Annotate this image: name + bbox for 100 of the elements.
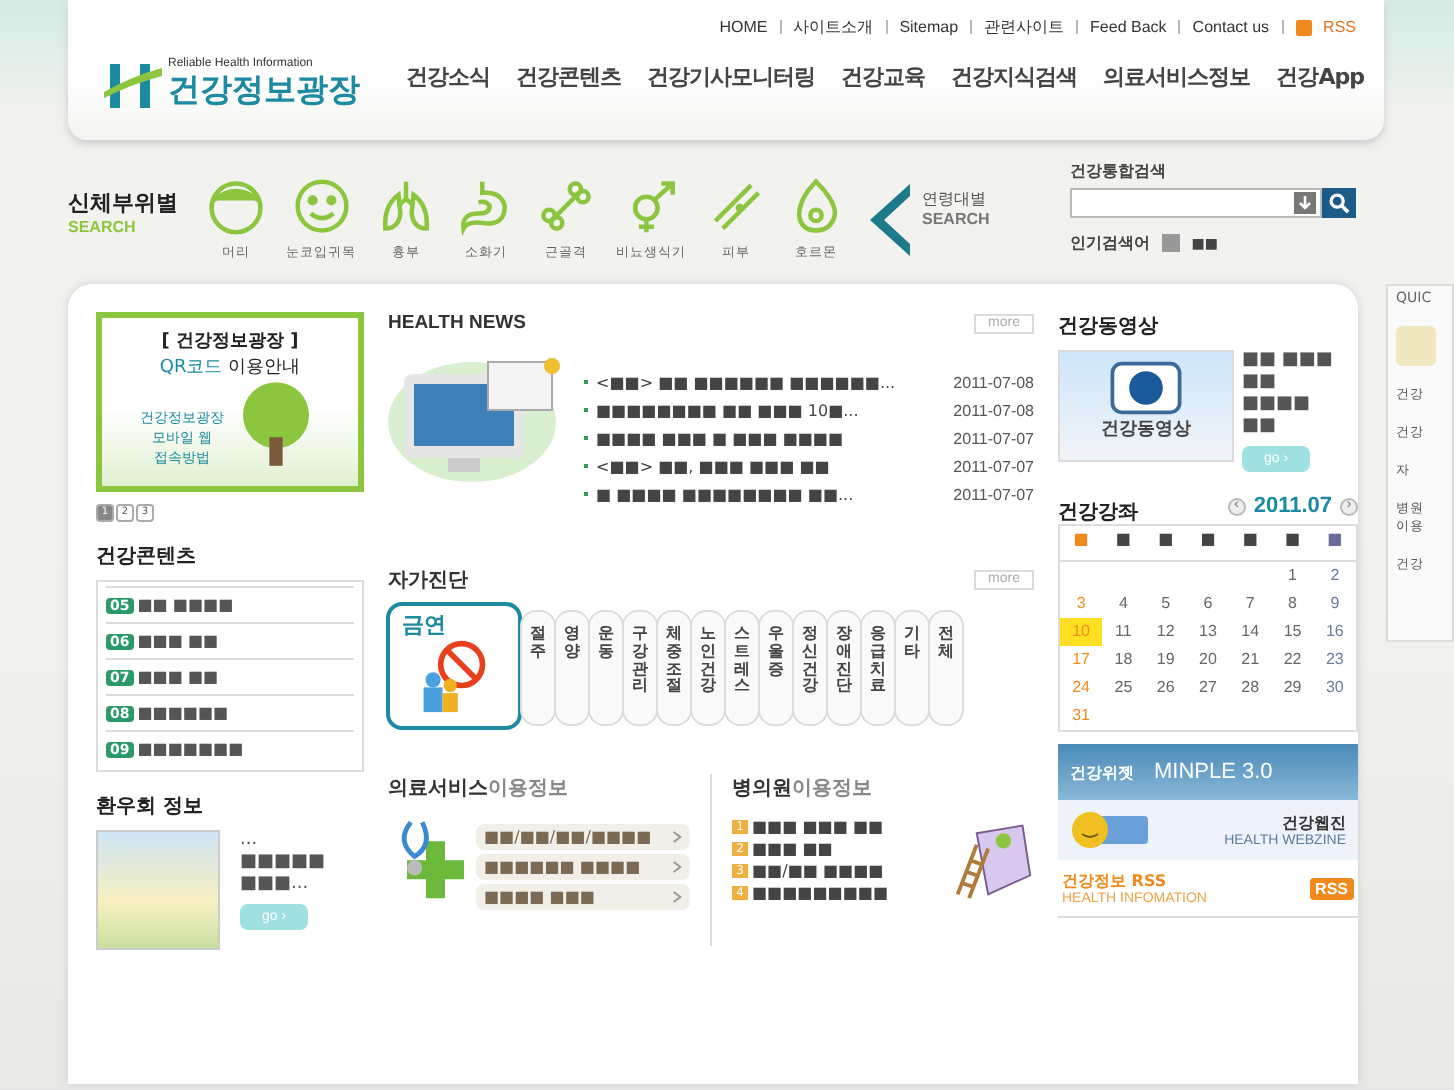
self-check-tab[interactable]: 금연 bbox=[386, 602, 522, 730]
self-check-tab[interactable]: 정신건강 bbox=[792, 610, 828, 726]
top-link[interactable]: Contact us bbox=[1192, 18, 1270, 36]
content-title: ■■■ ■■ bbox=[137, 632, 219, 650]
chevron-right-icon bbox=[672, 889, 682, 903]
service-link[interactable]: ■■■■ ■■■ bbox=[476, 883, 690, 909]
calendar-day[interactable]: 1 bbox=[1271, 562, 1314, 590]
banner-title: [ 건강정보광장 ] bbox=[161, 330, 299, 354]
service-link[interactable]: ■■■■■■ ■■■■ bbox=[476, 853, 690, 879]
body-search-title: 신체부위별 bbox=[68, 188, 178, 218]
search-button[interactable] bbox=[1321, 188, 1356, 218]
calendar-day[interactable]: 21 bbox=[1229, 646, 1272, 674]
calendar-day[interactable]: 22 bbox=[1271, 646, 1314, 674]
calendar-day[interactable]: 25 bbox=[1102, 674, 1145, 702]
calendar-day[interactable]: 13 bbox=[1186, 618, 1230, 646]
logo-title: 건강정보광장 bbox=[168, 70, 360, 112]
self-check-tab[interactable]: 장애진단 bbox=[826, 610, 862, 726]
calendar-day[interactable]: 4 bbox=[1102, 590, 1145, 618]
rss-banner-title: 건강정보 RSS bbox=[1062, 870, 1167, 892]
bone-icon bbox=[536, 176, 596, 236]
chevron-left-icon bbox=[866, 184, 914, 256]
calendar-day[interactable]: 16 bbox=[1313, 618, 1356, 646]
body-search-subtitle: SEARCH bbox=[68, 218, 138, 236]
section-title: 자가진단 bbox=[388, 568, 468, 594]
age-search-title: 연령대별 bbox=[922, 188, 988, 210]
self-check-tab[interactable]: 노인건강 bbox=[690, 610, 726, 726]
self-check-tab[interactable]: 운동 bbox=[588, 610, 624, 726]
info-icon bbox=[1161, 234, 1180, 252]
video-banner[interactable]: 건강동영상 bbox=[1058, 350, 1234, 462]
top-link[interactable]: 사이트소개 bbox=[793, 16, 874, 38]
top-link[interactable]: HOME bbox=[719, 18, 768, 36]
calendar-day[interactable]: 26 bbox=[1144, 674, 1187, 702]
news-item[interactable]: <■■> ■■, ■■■ ■■■ ■■ 2011-07-07 bbox=[584, 454, 1034, 480]
weekday-label: ■ bbox=[1282, 530, 1303, 548]
banner-subtitle: QR코드 이용안내 bbox=[159, 356, 301, 380]
calendar-day[interactable]: 14 bbox=[1229, 618, 1272, 646]
weekday-label: ■ bbox=[1325, 530, 1345, 548]
section-title: 병의원이용정보 bbox=[732, 776, 874, 802]
rss-link[interactable]: RSS bbox=[1323, 18, 1356, 36]
content-title: ■■■ ■■ bbox=[137, 668, 219, 686]
calendar-day[interactable]: 12 bbox=[1144, 618, 1187, 646]
calendar-day[interactable]: 18 bbox=[1102, 646, 1145, 674]
smiley-card-icon bbox=[1070, 810, 1150, 850]
calendar-day[interactable]: 19 bbox=[1144, 646, 1187, 674]
nav-menu-item[interactable]: 건강교육 bbox=[841, 62, 926, 92]
chevron-right-icon bbox=[672, 829, 682, 843]
logo-h-icon bbox=[104, 60, 164, 112]
content-title: ■■■■■■ bbox=[137, 704, 229, 722]
news-item[interactable]: ■■■■■■■■ ■■ ■■■ 10■... 2011-07-08 bbox=[584, 398, 1034, 424]
calendar-day[interactable]: 29 bbox=[1271, 674, 1314, 702]
self-check-tab[interactable]: 체중조절 bbox=[656, 610, 692, 726]
self-check-tab[interactable]: 스트레스 bbox=[724, 610, 760, 726]
calendar-day[interactable]: 15 bbox=[1271, 618, 1314, 646]
calendar-day[interactable]: 7 bbox=[1229, 590, 1272, 618]
calendar-day[interactable]: 27 bbox=[1186, 674, 1230, 702]
calendar-day[interactable]: 23 bbox=[1313, 646, 1356, 674]
top-link[interactable]: Sitemap bbox=[899, 18, 959, 36]
section-title: 건강콘텐츠 bbox=[96, 544, 198, 570]
top-link[interactable]: 관련사이트 bbox=[984, 16, 1065, 38]
calendar-day[interactable]: 9 bbox=[1313, 590, 1356, 618]
video-description: ■■ ■■■ ■■ ■■■■ ■■ bbox=[1242, 350, 1333, 438]
calendar-month: 2011.07 bbox=[1253, 494, 1332, 518]
self-check-tab[interactable]: 기타 bbox=[894, 610, 930, 726]
weekday-label: ■ bbox=[1071, 530, 1091, 548]
section-title: 건강동영상 bbox=[1058, 314, 1160, 340]
self-check-tab[interactable]: 절주 bbox=[520, 610, 556, 726]
top-link[interactable]: Feed Back bbox=[1090, 18, 1167, 36]
calendar-day[interactable]: 20 bbox=[1186, 646, 1230, 674]
nav-menu-item[interactable]: 의료서비스정보 bbox=[1103, 62, 1251, 92]
tv-drawing bbox=[1108, 360, 1184, 416]
calendar-day[interactable]: 5 bbox=[1144, 590, 1187, 618]
nav-menu-item[interactable]: 건강기사모니터링 bbox=[647, 62, 816, 92]
nav-menu-item[interactable]: 건강지식검색 bbox=[951, 62, 1078, 92]
calendar-day[interactable]: 28 bbox=[1229, 674, 1272, 702]
self-check-tab[interactable]: 응급치료 bbox=[860, 610, 896, 726]
calendar-day[interactable]: 2 bbox=[1313, 562, 1356, 590]
calendar-day[interactable]: 6 bbox=[1186, 590, 1230, 618]
calendar-day[interactable]: 8 bbox=[1271, 590, 1314, 618]
self-check-tab[interactable]: 전체 bbox=[928, 610, 964, 726]
self-check-tab[interactable]: 우울증 bbox=[758, 610, 794, 726]
calendar-day[interactable]: 30 bbox=[1313, 674, 1356, 702]
search-field[interactable] bbox=[1069, 188, 1322, 218]
video-caption: 건강동영상 bbox=[1101, 418, 1191, 442]
age-search-subtitle: SEARCH bbox=[922, 210, 990, 228]
calendar-day[interactable]: 11 bbox=[1102, 618, 1145, 646]
nav-menu-item[interactable]: 건강콘텐츠 bbox=[516, 62, 622, 92]
news-item[interactable]: ■ ■■■■ ■■■■■■■■ ■■... 2011-07-07 bbox=[584, 482, 1034, 508]
poster-placeholder bbox=[96, 830, 220, 950]
news-item[interactable]: <■■> ■■ ■■■■■■ ■■■■■■... 2011-07-08 bbox=[584, 370, 1034, 396]
down-arrow-icon bbox=[1293, 192, 1316, 214]
popular-search-label: 인기검색어 bbox=[1069, 232, 1150, 254]
weekday-label: ■ bbox=[1113, 530, 1133, 548]
self-check-tab[interactable]: 구강관리 bbox=[622, 610, 658, 726]
section-title: 의료서비스이용정보 bbox=[388, 776, 570, 802]
news-item[interactable]: ■■■■ ■■■ ■ ■■■ ■■■■ 2011-07-07 bbox=[584, 426, 1034, 452]
self-check-tab[interactable]: 영양 bbox=[554, 610, 590, 726]
service-link[interactable]: ■■/■■/■■/■■■■ bbox=[476, 823, 690, 849]
nav-menu-item[interactable]: 건강App bbox=[1276, 62, 1364, 92]
head-icon bbox=[206, 176, 266, 236]
nav-menu-item[interactable]: 건강소식 bbox=[406, 62, 491, 92]
